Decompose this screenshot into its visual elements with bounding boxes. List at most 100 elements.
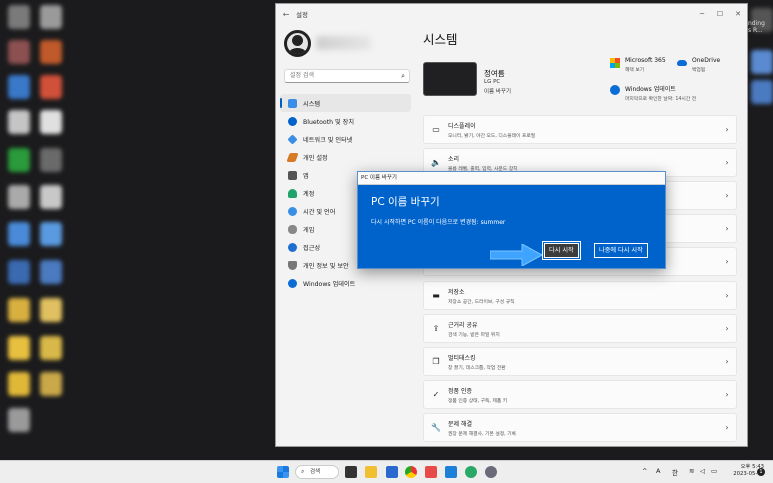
desktop-label: s R... xyxy=(748,27,763,34)
desktop-icon[interactable] xyxy=(40,336,62,360)
window-title: 설정 xyxy=(296,11,308,19)
close-button[interactable]: ✕ xyxy=(729,10,747,18)
card-troubleshoot[interactable]: 🔧 문제 해결 권장 문제 해결사, 기본 설정, 기록 › xyxy=(423,413,737,442)
tile-title: Windows 업데이트 xyxy=(625,86,676,93)
sidebar-item-network[interactable]: 네트워크 및 인터넷 xyxy=(280,130,411,148)
window-titlebar: ← 설정 ─ ☐ ✕ xyxy=(276,4,747,24)
maximize-button[interactable]: ☐ xyxy=(711,10,729,18)
desktop-icon[interactable] xyxy=(40,298,62,322)
desktop-icon[interactable] xyxy=(40,260,62,284)
update-icon xyxy=(288,278,297,288)
desktop-icon[interactable] xyxy=(8,110,30,134)
start-icon[interactable] xyxy=(277,466,289,478)
sidebar-item-label: 개인 정보 및 보안 xyxy=(303,262,349,270)
card-activation[interactable]: ✓ 정품 인증 정품 인증 상태, 구독, 제품 키 › xyxy=(423,380,737,409)
desktop-icon[interactable] xyxy=(8,40,30,64)
desktop-icons-area xyxy=(0,0,70,460)
vscode-icon[interactable] xyxy=(445,466,457,478)
storage-icon: ▬ xyxy=(432,291,440,300)
minimize-button[interactable]: ─ xyxy=(693,10,711,18)
monitor-icon: ▭ xyxy=(432,125,440,134)
store-icon[interactable] xyxy=(386,466,398,478)
card-storage[interactable]: ▬ 저장소 저장소 공간, 드라이브, 구성 규칙 › xyxy=(423,281,737,310)
desktop-icon[interactable] xyxy=(8,260,30,284)
card-title: 디스플레이 xyxy=(448,122,476,130)
file-explorer-icon[interactable] xyxy=(365,466,377,478)
tile-title: Microsoft 365 xyxy=(625,57,666,64)
desktop-icon[interactable] xyxy=(40,5,62,29)
sidebar-item-windows-update[interactable]: Windows 업데이트 xyxy=(280,274,411,292)
rename-link[interactable]: 이름 바꾸기 xyxy=(484,87,511,95)
tile-onedrive[interactable]: OneDrive 백업됨 xyxy=(677,57,720,73)
taskbar-search[interactable]: ⌕ 검색 xyxy=(295,465,339,479)
sidebar-item-label: 시간 및 언어 xyxy=(303,208,336,216)
tile-title: OneDrive xyxy=(692,57,721,64)
snipping-tool-icon[interactable] xyxy=(425,466,437,478)
restart-later-button[interactable]: 나중에 다시 시작 xyxy=(594,243,648,258)
desktop-icon[interactable] xyxy=(40,110,62,134)
wifi-icon[interactable]: ≋ xyxy=(689,467,694,475)
card-multitasking[interactable]: ❐ 멀티태스킹 창 끌기, 데스크톱, 작업 전환 › xyxy=(423,347,737,376)
tray-chevron-icon[interactable]: ^ xyxy=(642,467,647,475)
sidebar-item-label: Windows 업데이트 xyxy=(303,280,356,288)
sidebar-item-system[interactable]: 시스템 xyxy=(280,94,411,112)
desktop-icon[interactable] xyxy=(8,148,30,172)
card-sub: 권장 문제 해결사, 기본 설정, 기록 xyxy=(448,431,517,437)
desktop-icon[interactable] xyxy=(40,148,62,172)
sidebar-item-label: 개인 설정 xyxy=(303,154,328,162)
desktop-icon[interactable] xyxy=(40,372,62,396)
chevron-right-icon: › xyxy=(725,158,729,167)
apps-icon xyxy=(288,170,297,180)
desktop-icon[interactable] xyxy=(40,40,62,64)
tile-windows-update[interactable]: Windows 업데이트 마지막으로 확인한 날짜: 14시간 전 xyxy=(610,84,696,102)
desktop-icon[interactable] xyxy=(8,336,30,360)
desktop-icon[interactable] xyxy=(8,298,30,322)
avatar[interactable] xyxy=(284,30,311,57)
card-display[interactable]: ▭ 디스플레이 모니터, 밝기, 야간 모드, 디스플레이 프로필 › xyxy=(423,115,737,144)
cloud-icon xyxy=(677,60,687,66)
app-icon[interactable] xyxy=(465,466,477,478)
desktop-icon[interactable] xyxy=(8,75,30,99)
restart-now-button[interactable]: 다시 시작 xyxy=(544,243,579,258)
task-view-icon[interactable] xyxy=(345,466,357,478)
desktop-icon[interactable] xyxy=(40,222,62,246)
device-model: LG PC xyxy=(484,79,501,85)
ime-hangul-indicator[interactable]: 한 xyxy=(672,467,678,477)
check-circle-icon: ✓ xyxy=(432,390,440,399)
display-icon xyxy=(288,98,297,108)
settings-search-input[interactable]: 설정 검색 ⌕ xyxy=(284,69,410,83)
brush-icon xyxy=(286,152,299,162)
notification-badge[interactable]: 1 xyxy=(757,468,765,476)
chevron-right-icon: › xyxy=(725,390,729,399)
desktop-icon[interactable] xyxy=(751,80,773,104)
card-sub: 정품 인증 상태, 구독, 제품 키 xyxy=(448,398,508,404)
chevron-right-icon: › xyxy=(725,423,729,432)
sidebar-item-label: 게임 xyxy=(303,226,315,234)
tile-microsoft-365[interactable]: Microsoft 365 혜택 보기 xyxy=(610,57,666,73)
desktop-icon[interactable] xyxy=(8,372,30,396)
desktop-icon[interactable] xyxy=(40,185,62,209)
sidebar-item-label: 계정 xyxy=(303,190,315,198)
card-nearby-sharing[interactable]: ⇪ 근거리 공유 검색 기능, 받은 파일 위치 › xyxy=(423,314,737,343)
volume-icon[interactable]: ◁ xyxy=(700,467,705,475)
search-placeholder: 설정 검색 xyxy=(290,72,314,79)
sidebar-item-personalization[interactable]: 개인 설정 xyxy=(280,148,411,166)
ime-mode-indicator[interactable]: A xyxy=(656,467,660,475)
taskbar-search-label: 검색 xyxy=(310,469,321,475)
page-title: 시스템 xyxy=(423,32,458,47)
desktop-icon[interactable] xyxy=(751,50,773,74)
chrome-icon[interactable] xyxy=(405,466,417,478)
back-arrow-icon[interactable]: ← xyxy=(276,10,296,19)
desktop-icon[interactable] xyxy=(8,408,30,432)
desktop-icon[interactable] xyxy=(40,75,62,99)
desktop-icon[interactable] xyxy=(8,185,30,209)
settings-gear-icon[interactable] xyxy=(485,466,497,478)
card-sub: 모니터, 밝기, 야간 모드, 디스플레이 프로필 xyxy=(448,133,536,139)
desktop-icon[interactable] xyxy=(8,222,30,246)
sidebar-item-label: 접근성 xyxy=(303,244,321,252)
card-sub: 저장소 공간, 드라이브, 구성 규칙 xyxy=(448,299,515,305)
chevron-right-icon: › xyxy=(725,324,729,333)
battery-icon[interactable]: ▭ xyxy=(711,467,717,475)
sidebar-item-bluetooth[interactable]: Bluetooth 및 장치 xyxy=(280,112,411,130)
desktop-icon[interactable] xyxy=(8,5,30,29)
